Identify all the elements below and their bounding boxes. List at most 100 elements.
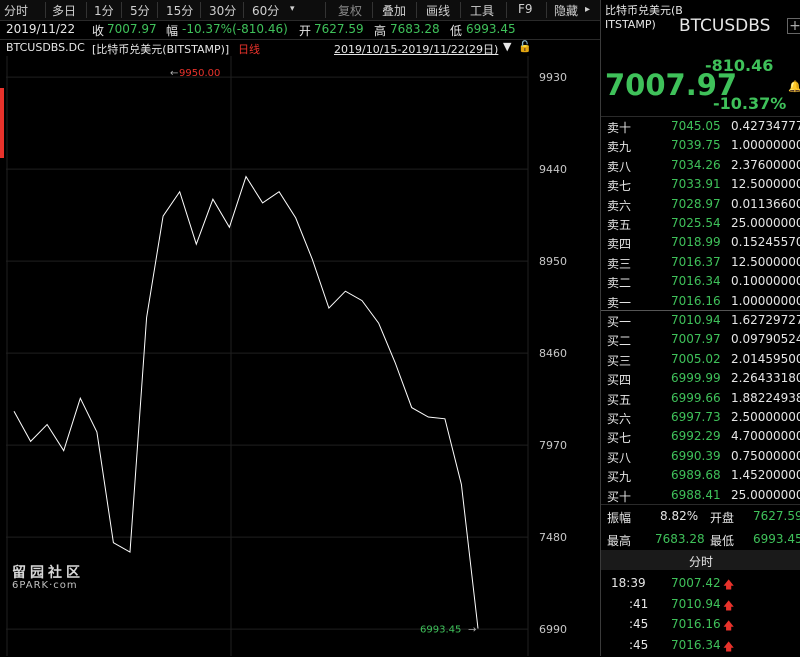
overlay-button[interactable]: 叠加 xyxy=(382,2,406,19)
tick-row: 18:39 7007.42 🡅 xyxy=(607,574,800,593)
draw-button[interactable]: 画线 xyxy=(426,2,450,19)
bids-level-label: 买四 xyxy=(607,373,632,388)
asks-volume: 25.0000000 xyxy=(731,216,800,230)
bids-price: 6999.99 xyxy=(671,371,721,386)
asks-row[interactable]: 卖五 7025.54 25.0000000 xyxy=(607,214,800,233)
bids-volume: 2.26433180 xyxy=(731,371,800,386)
stats-row-1: 振幅 8.82% 开盘 7627.59 xyxy=(607,507,800,526)
high-value: 7683.28 xyxy=(390,22,440,36)
price-series-line xyxy=(13,175,479,629)
quote-date: 2019/11/22 xyxy=(6,22,76,36)
bids-row[interactable]: 买二 7007.97 0.09790524 xyxy=(607,330,800,349)
bids-row[interactable]: 买一 7010.94 1.62729727 xyxy=(607,311,800,330)
bids-volume: 1.88224938 xyxy=(731,390,800,405)
asks-row[interactable]: 卖二 7016.34 0.10000000 xyxy=(607,272,800,291)
watermark-en: 6PARK·com xyxy=(12,580,78,591)
asks-row[interactable]: 卖一 7016.16 1.00000000 xyxy=(607,292,800,311)
bids-level-label: 买十 xyxy=(607,489,632,504)
period-dropdown-icon[interactable]: ▾ xyxy=(290,4,295,14)
asks-row[interactable]: 卖九 7039.75 1.00000000 xyxy=(607,136,800,155)
stat-low-label: 最低 xyxy=(710,534,735,548)
f9-button[interactable]: F9 xyxy=(518,2,533,16)
tick-price: 7007.42 xyxy=(671,576,721,590)
adjust-button[interactable]: 复权 xyxy=(338,2,362,19)
tick-row: :41 7010.94 🡅 xyxy=(607,595,800,614)
bids-volume: 0.75000000 xyxy=(731,448,800,463)
bids-level-label: 买五 xyxy=(607,392,632,407)
asks-row[interactable]: 卖七 7033.91 12.5000000 xyxy=(607,175,800,194)
bids-volume: 2.01459500 xyxy=(731,351,800,366)
asks-level-label: 卖一 xyxy=(607,295,632,310)
tick-price: 7016.34 xyxy=(671,637,721,652)
tab-1min[interactable]: 1分 xyxy=(94,2,114,19)
y-tick-label: 8950 xyxy=(539,255,567,268)
chart-symbol: BTCUSDBS.DC xyxy=(6,41,85,54)
tab-60min[interactable]: 60分 xyxy=(252,2,279,19)
low-label: 低 xyxy=(450,24,463,38)
alert-bell-icon[interactable]: 🔔 xyxy=(788,80,800,93)
stat-high-value: 7683.28 xyxy=(655,532,705,546)
tick-row: :45 7016.16 🡅 xyxy=(607,615,800,634)
change-label: 幅 xyxy=(166,24,179,38)
change-value: -10.37%(-810.46) xyxy=(182,22,288,36)
bids-volume: 25.0000000 xyxy=(731,487,800,502)
asks-price: 7016.37 xyxy=(671,254,721,269)
asks-volume: 1.00000000 xyxy=(731,138,800,153)
tick-time: :41 xyxy=(629,596,649,611)
hide-chevron-icon[interactable]: ▸ xyxy=(585,4,590,15)
tab-15min[interactable]: 15分 xyxy=(166,2,193,19)
asks-price: 7016.16 xyxy=(671,293,721,308)
tick-up-arrow-icon: 🡅 xyxy=(723,578,735,591)
panel-code: BTCUSDBS xyxy=(679,16,771,36)
tab-30min[interactable]: 30分 xyxy=(209,2,236,19)
bids-volume: 1.62729727 xyxy=(731,313,800,327)
tick-up-arrow-icon: 🡅 xyxy=(723,639,735,653)
asks-level-label: 卖九 xyxy=(607,140,632,155)
asks-volume: 2.37600000 xyxy=(731,157,800,172)
asks-price: 7016.34 xyxy=(671,274,721,289)
tick-up-arrow-icon: 🡅 xyxy=(723,598,735,612)
chart-date-range[interactable]: 2019/10/15-2019/11/22(29日) xyxy=(334,41,498,57)
asks-row[interactable]: 卖四 7018.99 0.15245570 xyxy=(607,233,800,252)
asks-row[interactable]: 卖十 7045.05 0.42734777 xyxy=(607,117,800,136)
tools-button[interactable]: 工具 xyxy=(470,2,494,19)
lock-icon[interactable]: 🔓 xyxy=(518,40,532,53)
close-value: 7007.97 xyxy=(107,22,157,36)
bids-row[interactable]: 买三 7005.02 2.01459500 xyxy=(607,350,800,369)
asks-price: 7045.05 xyxy=(671,119,721,133)
asks-row[interactable]: 卖三 7016.37 12.5000000 xyxy=(607,253,800,272)
bids-row[interactable]: 买九 6989.68 1.45200000 xyxy=(607,466,800,485)
bids-volume: 4.70000000 xyxy=(731,429,800,444)
tick-row: :45 7016.34 🡅 xyxy=(607,636,800,655)
asks-volume: 1.00000000 xyxy=(731,293,800,308)
range-dropdown-icon[interactable]: ▼ xyxy=(503,40,511,53)
tick-price: 7010.94 xyxy=(671,596,721,611)
panel-change-pct: -10.37% xyxy=(713,94,787,113)
low-arrow-icon: → xyxy=(468,624,476,635)
bids-price: 6990.39 xyxy=(671,448,721,463)
tab-intraday[interactable]: 分时 xyxy=(4,2,28,19)
bids-row[interactable]: 买八 6990.39 0.75000000 xyxy=(607,447,800,466)
y-tick-label: 7970 xyxy=(539,439,567,452)
asks-level-label: 卖七 xyxy=(607,179,632,194)
bids-row[interactable]: 买五 6999.66 1.88224938 xyxy=(607,389,800,408)
bids-level-label: 买三 xyxy=(607,353,632,368)
ticks-header-bar[interactable]: 分时 xyxy=(601,550,800,570)
tab-multi-day[interactable]: 多日 xyxy=(52,2,76,19)
bids-row[interactable]: 买十 6988.41 25.0000000 xyxy=(607,486,800,505)
bids-row[interactable]: 买七 6992.29 4.70000000 xyxy=(607,427,800,446)
bids-row[interactable]: 买六 6997.73 2.50000000 xyxy=(607,408,800,427)
tab-5min[interactable]: 5分 xyxy=(130,2,150,19)
watermark-cn: 留园社区 xyxy=(12,565,84,581)
asks-volume: 0.10000000 xyxy=(731,274,800,289)
asks-price: 7028.97 xyxy=(671,196,721,211)
chart-header: BTCUSDBS.DC [比特币兑美元(BITSTAMP)] 日线 2019/1… xyxy=(0,40,540,56)
asks-level-label: 卖十 xyxy=(607,121,632,135)
bids-volume: 1.45200000 xyxy=(731,468,800,483)
y-tick-label: 8460 xyxy=(539,347,567,360)
asks-row[interactable]: 卖八 7034.26 2.37600000 xyxy=(607,156,800,175)
add-watchlist-icon[interactable]: + xyxy=(787,18,800,34)
asks-row[interactable]: 卖六 7028.97 0.01136600 xyxy=(607,195,800,214)
bids-row[interactable]: 买四 6999.99 2.26433180 xyxy=(607,369,800,388)
hide-button[interactable]: 隐藏 xyxy=(554,2,578,19)
